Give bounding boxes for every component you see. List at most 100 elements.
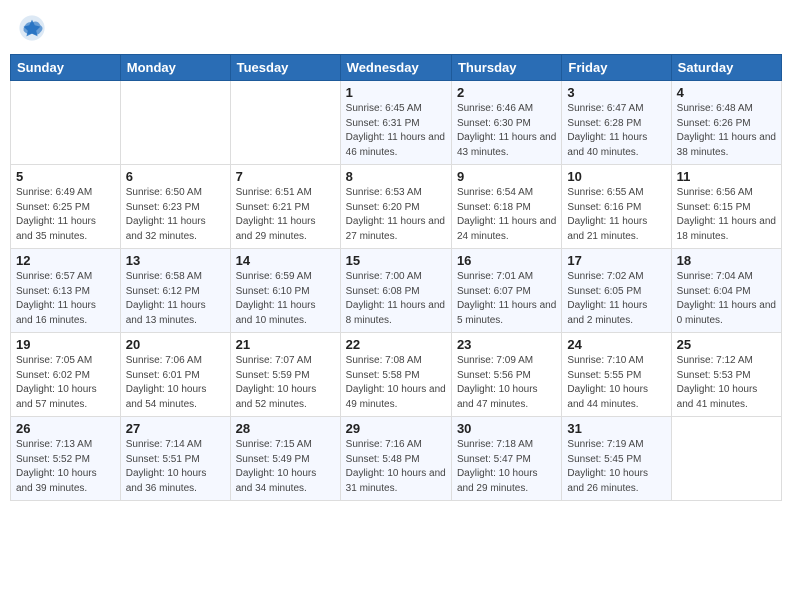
weekday-header-row: SundayMondayTuesdayWednesdayThursdayFrid… [11,55,782,81]
logo-icon [18,14,46,42]
day-info: Sunrise: 7:18 AMSunset: 5:47 PMDaylight:… [457,438,556,496]
day-info: Sunrise: 6:49 AMSunset: 6:25 PMDaylight:… [16,186,115,244]
day-info: Sunrise: 6:59 AMSunset: 6:10 PMDaylight:… [236,270,335,328]
day-cell: 31 Sunrise: 7:19 AMSunset: 5:45 PMDaylig… [562,417,671,501]
day-number: 14 [236,253,335,268]
day-cell: 12 Sunrise: 6:57 AMSunset: 6:13 PMDaylig… [11,249,121,333]
day-cell: 27 Sunrise: 7:14 AMSunset: 5:51 PMDaylig… [120,417,230,501]
day-number: 26 [16,421,115,436]
day-info: Sunrise: 6:46 AMSunset: 6:30 PMDaylight:… [457,102,556,160]
day-number: 24 [567,337,665,352]
day-cell: 7 Sunrise: 6:51 AMSunset: 6:21 PMDayligh… [230,165,340,249]
day-number: 6 [126,169,225,184]
day-cell: 18 Sunrise: 7:04 AMSunset: 6:04 PMDaylig… [671,249,781,333]
day-info: Sunrise: 7:10 AMSunset: 5:55 PMDaylight:… [567,354,665,412]
day-number: 8 [346,169,446,184]
day-number: 7 [236,169,335,184]
day-number: 4 [677,85,776,100]
day-info: Sunrise: 7:00 AMSunset: 6:08 PMDaylight:… [346,270,446,328]
day-info: Sunrise: 6:54 AMSunset: 6:18 PMDaylight:… [457,186,556,244]
day-cell: 2 Sunrise: 6:46 AMSunset: 6:30 PMDayligh… [451,81,561,165]
day-info: Sunrise: 6:56 AMSunset: 6:15 PMDaylight:… [677,186,776,244]
day-cell: 14 Sunrise: 6:59 AMSunset: 6:10 PMDaylig… [230,249,340,333]
day-number: 22 [346,337,446,352]
day-info: Sunrise: 7:16 AMSunset: 5:48 PMDaylight:… [346,438,446,496]
day-number: 18 [677,253,776,268]
weekday-header-monday: Monday [120,55,230,81]
day-cell: 19 Sunrise: 7:05 AMSunset: 6:02 PMDaylig… [11,333,121,417]
day-cell [230,81,340,165]
day-info: Sunrise: 6:51 AMSunset: 6:21 PMDaylight:… [236,186,335,244]
day-info: Sunrise: 7:08 AMSunset: 5:58 PMDaylight:… [346,354,446,412]
day-cell: 30 Sunrise: 7:18 AMSunset: 5:47 PMDaylig… [451,417,561,501]
day-cell: 20 Sunrise: 7:06 AMSunset: 6:01 PMDaylig… [120,333,230,417]
weekday-header-saturday: Saturday [671,55,781,81]
day-info: Sunrise: 7:05 AMSunset: 6:02 PMDaylight:… [16,354,115,412]
weekday-header-sunday: Sunday [11,55,121,81]
weekday-header-wednesday: Wednesday [340,55,451,81]
day-info: Sunrise: 7:06 AMSunset: 6:01 PMDaylight:… [126,354,225,412]
day-info: Sunrise: 6:47 AMSunset: 6:28 PMDaylight:… [567,102,665,160]
day-cell: 5 Sunrise: 6:49 AMSunset: 6:25 PMDayligh… [11,165,121,249]
day-number: 3 [567,85,665,100]
day-cell: 1 Sunrise: 6:45 AMSunset: 6:31 PMDayligh… [340,81,451,165]
day-number: 16 [457,253,556,268]
day-number: 27 [126,421,225,436]
day-cell: 4 Sunrise: 6:48 AMSunset: 6:26 PMDayligh… [671,81,781,165]
day-cell: 6 Sunrise: 6:50 AMSunset: 6:23 PMDayligh… [120,165,230,249]
weekday-header-tuesday: Tuesday [230,55,340,81]
day-cell: 24 Sunrise: 7:10 AMSunset: 5:55 PMDaylig… [562,333,671,417]
day-cell: 15 Sunrise: 7:00 AMSunset: 6:08 PMDaylig… [340,249,451,333]
week-row-5: 26 Sunrise: 7:13 AMSunset: 5:52 PMDaylig… [11,417,782,501]
day-info: Sunrise: 6:53 AMSunset: 6:20 PMDaylight:… [346,186,446,244]
day-cell [120,81,230,165]
day-cell [671,417,781,501]
week-row-3: 12 Sunrise: 6:57 AMSunset: 6:13 PMDaylig… [11,249,782,333]
day-info: Sunrise: 7:02 AMSunset: 6:05 PMDaylight:… [567,270,665,328]
day-number: 13 [126,253,225,268]
day-info: Sunrise: 7:04 AMSunset: 6:04 PMDaylight:… [677,270,776,328]
day-number: 31 [567,421,665,436]
day-number: 10 [567,169,665,184]
day-number: 9 [457,169,556,184]
day-cell: 8 Sunrise: 6:53 AMSunset: 6:20 PMDayligh… [340,165,451,249]
day-info: Sunrise: 7:13 AMSunset: 5:52 PMDaylight:… [16,438,115,496]
day-cell: 3 Sunrise: 6:47 AMSunset: 6:28 PMDayligh… [562,81,671,165]
day-cell: 26 Sunrise: 7:13 AMSunset: 5:52 PMDaylig… [11,417,121,501]
day-info: Sunrise: 7:09 AMSunset: 5:56 PMDaylight:… [457,354,556,412]
day-number: 25 [677,337,776,352]
day-number: 29 [346,421,446,436]
day-number: 17 [567,253,665,268]
day-cell: 16 Sunrise: 7:01 AMSunset: 6:07 PMDaylig… [451,249,561,333]
week-row-1: 1 Sunrise: 6:45 AMSunset: 6:31 PMDayligh… [11,81,782,165]
day-number: 23 [457,337,556,352]
day-info: Sunrise: 7:01 AMSunset: 6:07 PMDaylight:… [457,270,556,328]
day-info: Sunrise: 6:50 AMSunset: 6:23 PMDaylight:… [126,186,225,244]
day-cell: 21 Sunrise: 7:07 AMSunset: 5:59 PMDaylig… [230,333,340,417]
day-cell [11,81,121,165]
day-cell: 25 Sunrise: 7:12 AMSunset: 5:53 PMDaylig… [671,333,781,417]
day-number: 30 [457,421,556,436]
day-cell: 9 Sunrise: 6:54 AMSunset: 6:18 PMDayligh… [451,165,561,249]
weekday-header-thursday: Thursday [451,55,561,81]
day-cell: 11 Sunrise: 6:56 AMSunset: 6:15 PMDaylig… [671,165,781,249]
day-info: Sunrise: 7:07 AMSunset: 5:59 PMDaylight:… [236,354,335,412]
day-number: 11 [677,169,776,184]
day-info: Sunrise: 7:19 AMSunset: 5:45 PMDaylight:… [567,438,665,496]
day-number: 15 [346,253,446,268]
day-number: 19 [16,337,115,352]
day-number: 1 [346,85,446,100]
day-number: 28 [236,421,335,436]
day-cell: 22 Sunrise: 7:08 AMSunset: 5:58 PMDaylig… [340,333,451,417]
day-info: Sunrise: 7:12 AMSunset: 5:53 PMDaylight:… [677,354,776,412]
page-header [10,10,782,46]
day-cell: 13 Sunrise: 6:58 AMSunset: 6:12 PMDaylig… [120,249,230,333]
day-info: Sunrise: 7:15 AMSunset: 5:49 PMDaylight:… [236,438,335,496]
day-number: 5 [16,169,115,184]
day-info: Sunrise: 6:58 AMSunset: 6:12 PMDaylight:… [126,270,225,328]
logo [18,14,48,42]
day-info: Sunrise: 6:45 AMSunset: 6:31 PMDaylight:… [346,102,446,160]
day-cell: 17 Sunrise: 7:02 AMSunset: 6:05 PMDaylig… [562,249,671,333]
week-row-2: 5 Sunrise: 6:49 AMSunset: 6:25 PMDayligh… [11,165,782,249]
day-cell: 29 Sunrise: 7:16 AMSunset: 5:48 PMDaylig… [340,417,451,501]
